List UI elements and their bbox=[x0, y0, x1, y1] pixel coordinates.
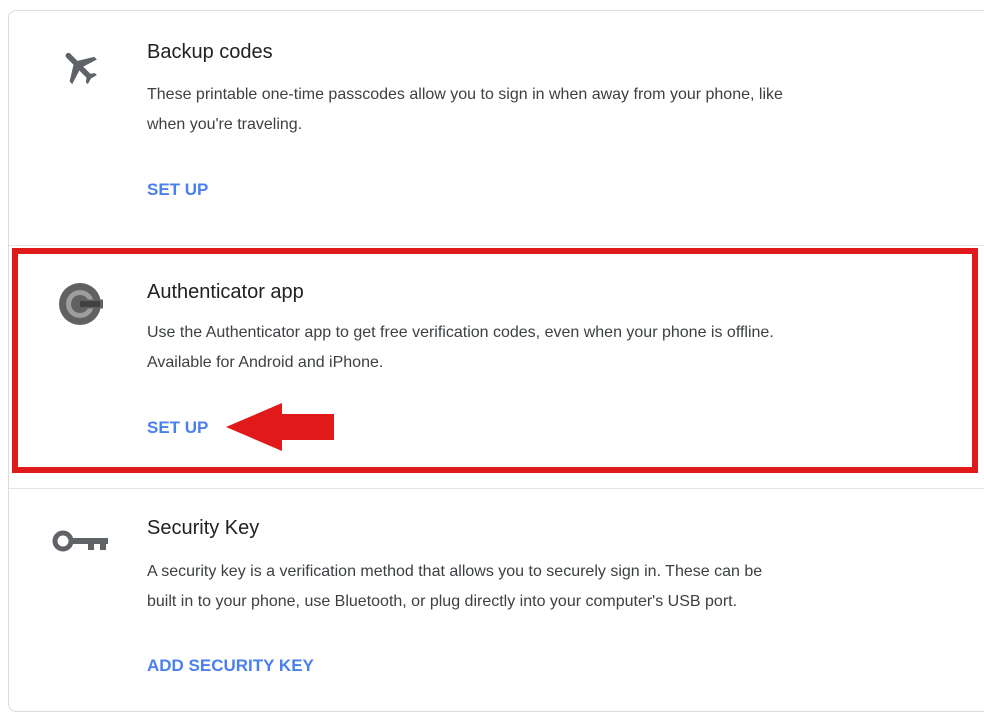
section-description: A security key is a verification method … bbox=[147, 563, 763, 610]
key-icon bbox=[52, 530, 110, 557]
add-security-key-link[interactable]: ADD SECURITY KEY bbox=[147, 656, 314, 676]
backup-codes-set-up-link[interactable]: SET UP bbox=[147, 180, 208, 200]
section-title: Security Key bbox=[147, 517, 260, 539]
highlight-box bbox=[12, 248, 978, 473]
divider bbox=[9, 245, 984, 246]
arrow-left-icon bbox=[224, 401, 336, 458]
section-description: These printable one-time passcodes allow… bbox=[147, 86, 783, 133]
divider bbox=[9, 488, 984, 489]
section-title: Backup codes bbox=[147, 41, 273, 63]
airplane-icon bbox=[58, 44, 102, 93]
